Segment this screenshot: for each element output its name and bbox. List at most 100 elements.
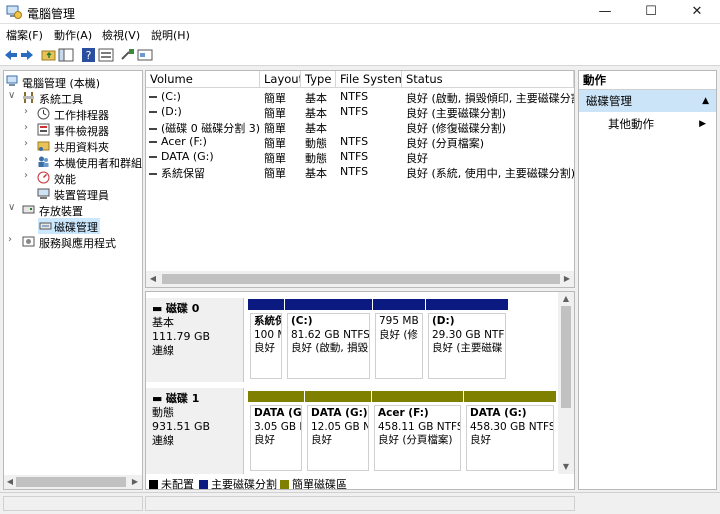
volume-list-header: Volume Layout Type File System Status: [146, 71, 574, 88]
up-folder-icon[interactable]: [41, 47, 57, 63]
tree-item-system-tools[interactable]: ∨ 系統工具: [8, 90, 142, 106]
disk-0-partition-1[interactable]: 系統保 100 M 良好: [248, 299, 284, 381]
chevron-right-icon[interactable]: ›: [24, 138, 34, 149]
settings-panel-icon[interactable]: [137, 47, 153, 63]
tree-horizontal-scrollbar[interactable]: ◀ ▶: [4, 475, 142, 489]
column-volume[interactable]: Volume: [146, 71, 260, 88]
users-icon: [38, 156, 49, 167]
scroll-right-arrow-icon[interactable]: ▶: [562, 274, 572, 283]
disk-1-partition-1[interactable]: DATA (G:) 3.05 GB NTFS 良好: [248, 391, 304, 473]
disk-1-partition-4[interactable]: DATA (G:) 458.30 GB NTFS 良好: [464, 391, 556, 473]
properties-icon[interactable]: [98, 47, 114, 63]
chevron-right-icon[interactable]: ›: [24, 154, 34, 165]
submenu-arrow-icon: ▶: [699, 119, 706, 129]
chevron-down-icon[interactable]: ∨: [8, 202, 18, 213]
disk-map-vertical-scrollbar[interactable]: ▲ ▼: [558, 292, 574, 474]
close-button[interactable]: ✕: [674, 0, 720, 24]
menu-help[interactable]: 說明(H): [151, 27, 190, 43]
disk-1-label[interactable]: ▬ 磁碟 1 動態 931.51 GB 連線: [146, 388, 244, 474]
collapse-arrow-icon[interactable]: ▲: [702, 90, 709, 112]
help-icon[interactable]: ?: [81, 47, 97, 63]
scroll-thumb[interactable]: [16, 477, 126, 487]
menu-bar: 檔案(F) 動作(A) 檢視(V) 說明(H): [0, 24, 720, 44]
back-arrow-icon[interactable]: [3, 47, 19, 63]
disk-management-icon: [39, 222, 52, 230]
menu-action[interactable]: 動作(A): [54, 27, 92, 43]
partition-type-bar: [248, 299, 284, 310]
disk-1-partition-3[interactable]: Acer (F:) 458.11 GB NTFS 良好 (分頁檔案): [372, 391, 463, 473]
volume-icon: [149, 141, 157, 143]
actions-pane: 動作 磁碟管理 ▲ 其他動作 ▶: [578, 70, 717, 490]
actions-header: 動作: [579, 71, 716, 90]
volume-icon: [149, 96, 157, 98]
disk-0-partition-2[interactable]: (C:) 81.62 GB NTFS 良好 (啟動, 損毀: [285, 299, 372, 381]
scroll-left-arrow-icon[interactable]: ◀: [5, 477, 15, 486]
svg-text:?: ?: [86, 49, 92, 62]
disk-0-partition-4[interactable]: (D:) 29.30 GB NTFS 良好 (主要磁碟: [426, 299, 508, 381]
tree-item-device-manager[interactable]: 裝置管理員: [24, 186, 142, 202]
scroll-right-arrow-icon[interactable]: ▶: [130, 477, 140, 486]
volume-icon: [149, 128, 157, 130]
partition-type-bar: [305, 391, 371, 402]
disk-0-partition-3[interactable]: 795 MB 良好 (修: [373, 299, 425, 381]
tree-item-local-users[interactable]: › 本機使用者和群組: [24, 154, 142, 170]
list-horizontal-scrollbar[interactable]: ◀ ▶: [146, 271, 574, 287]
disk-1-partition-2[interactable]: DATA (G:) 12.05 GB NTFS 良好: [305, 391, 371, 473]
chevron-right-icon[interactable]: ›: [8, 234, 18, 245]
connect-icon[interactable]: [120, 47, 136, 63]
legend-primary: 主要磁碟分割: [199, 476, 277, 489]
column-file-system[interactable]: File System: [336, 71, 402, 88]
chevron-right-icon[interactable]: ›: [24, 106, 34, 117]
scroll-down-arrow-icon[interactable]: ▼: [561, 462, 571, 471]
console-tree: 電腦管理 (本機) ∨ 系統工具 › 工作排程器 › 事件檢視器 › 共用資料夾…: [3, 70, 143, 490]
menu-file[interactable]: 檔案(F): [6, 27, 43, 43]
legend-simple: 簡單磁碟區: [280, 476, 347, 489]
column-type[interactable]: Type: [301, 71, 336, 88]
services-icon: [22, 236, 35, 247]
actions-more-actions[interactable]: 其他動作 ▶: [579, 115, 716, 133]
column-layout[interactable]: Layout: [260, 71, 301, 88]
scroll-thumb[interactable]: [162, 274, 560, 284]
storage-icon: [22, 205, 35, 214]
forward-arrow-icon[interactable]: [19, 47, 35, 63]
status-bar: [0, 492, 720, 514]
status-pane: [145, 496, 575, 511]
window-title: 電腦管理: [27, 7, 76, 21]
scroll-thumb[interactable]: [561, 306, 571, 408]
disk-icon: ▬: [152, 302, 166, 315]
actions-section-disk-management[interactable]: 磁碟管理 ▲: [579, 90, 716, 112]
legend-swatch: [280, 480, 289, 489]
tree-item-storage[interactable]: ∨ 存放裝置: [8, 202, 142, 218]
partition-type-bar: [373, 299, 425, 310]
menu-view[interactable]: 檢視(V): [102, 27, 140, 43]
volume-list: Volume Layout Type File System Status (C…: [145, 70, 575, 288]
partition-type-bar: [248, 391, 304, 402]
disk-map: ▬ 磁碟 0 基本 111.79 GB 連線 系統保 100 M 良好 (C:)…: [145, 291, 575, 490]
minimize-button[interactable]: —: [582, 0, 628, 24]
tree-item-shared-folders[interactable]: › 共用資料夾: [24, 138, 142, 154]
legend-swatch: [149, 480, 158, 489]
performance-icon: [37, 171, 50, 184]
volume-icon: [149, 156, 157, 158]
tree-item-services[interactable]: › 服務與應用程式: [8, 234, 142, 250]
tree-item-task-scheduler[interactable]: › 工作排程器: [24, 106, 142, 122]
chevron-down-icon[interactable]: ∨: [8, 90, 18, 101]
scroll-up-arrow-icon[interactable]: ▲: [561, 294, 571, 303]
chevron-right-icon[interactable]: ›: [24, 122, 34, 133]
tree-item-performance[interactable]: › 效能: [24, 170, 142, 186]
volume-icon: [149, 111, 157, 113]
tree-item-event-viewer[interactable]: › 事件檢視器: [24, 122, 142, 138]
scroll-left-arrow-icon[interactable]: ◀: [148, 274, 158, 283]
tree-item-root[interactable]: 電腦管理 (本機): [4, 74, 142, 90]
column-status[interactable]: Status: [402, 71, 574, 88]
partition-type-bar: [426, 299, 508, 310]
disk-0-label[interactable]: ▬ 磁碟 0 基本 111.79 GB 連線: [146, 298, 244, 382]
chevron-right-icon[interactable]: ›: [24, 170, 34, 181]
event-viewer-icon: [37, 123, 50, 136]
volume-icon: [149, 173, 157, 175]
show-hide-tree-icon[interactable]: [58, 47, 74, 63]
partition-type-bar: [464, 391, 556, 402]
toolbar: ?: [0, 44, 720, 66]
maximize-button[interactable]: ☐: [628, 0, 674, 24]
tree-item-disk-management[interactable]: 磁碟管理: [38, 218, 100, 234]
